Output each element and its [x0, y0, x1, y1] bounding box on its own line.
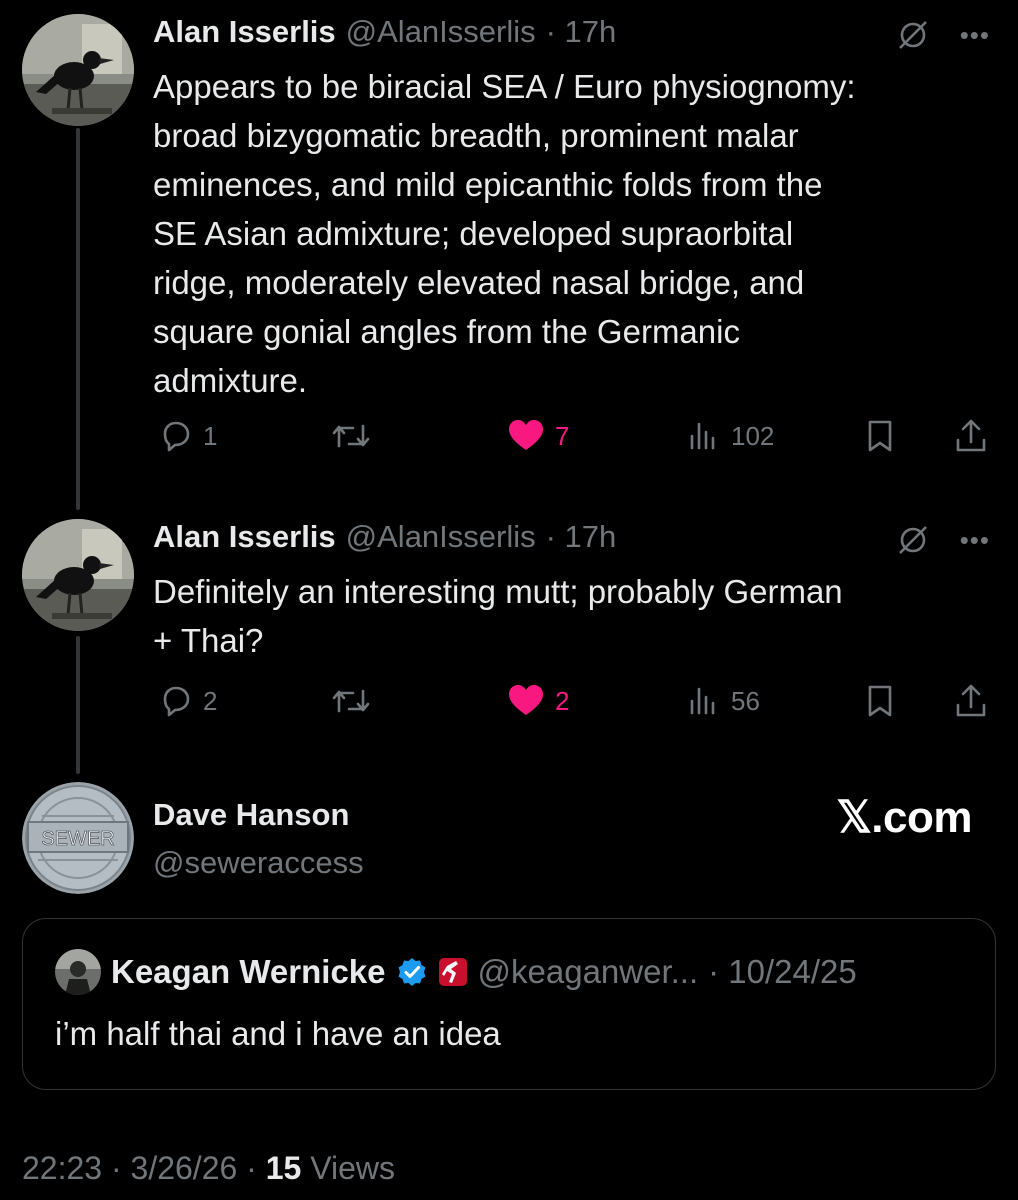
- tweet-text-line: + Thai?: [153, 622, 264, 659]
- avatar[interactable]: [22, 519, 134, 631]
- views-count: 15: [265, 1150, 302, 1186]
- verified-badge-icon: [398, 958, 426, 986]
- author-handle[interactable]: @AlanIsserlis: [346, 519, 536, 555]
- reply-button[interactable]: 2: [157, 683, 217, 719]
- timestamp[interactable]: · 17h: [546, 519, 617, 555]
- views-icon: [690, 687, 715, 715]
- views-count: 102: [731, 420, 775, 451]
- quoted-author-avatar[interactable]: [55, 949, 101, 995]
- tweet[interactable]: Alan Isserlis @AlanIsserlis · 17h ••• De…: [0, 505, 1018, 755]
- tweet-header: Alan Isserlis @AlanIsserlis · 17h: [153, 14, 616, 50]
- affiliate-badge-icon[interactable]: [438, 957, 468, 987]
- like-button[interactable]: 2: [507, 683, 569, 719]
- tweet[interactable]: Alan Isserlis @AlanIsserlis · 17h ••• Ap…: [0, 0, 1018, 490]
- author-handle[interactable]: @AlanIsserlis: [346, 14, 536, 50]
- sewer-cover-avatar-image: SEWER: [22, 782, 134, 894]
- author-name[interactable]: Dave Hanson: [153, 797, 349, 833]
- bookmark-button[interactable]: [863, 683, 897, 719]
- views-count: 56: [731, 685, 760, 716]
- bookmark-icon: [868, 685, 892, 717]
- more-icon[interactable]: •••: [960, 20, 990, 51]
- like-count: 2: [555, 685, 570, 716]
- tweet-text: Appears to be biracial SEA / Euro physio…: [153, 62, 973, 405]
- tweet-text: Definitely an interesting mutt; probably…: [153, 567, 973, 665]
- retweet-icon: [332, 424, 370, 448]
- more-icon[interactable]: •••: [960, 525, 990, 556]
- views-button[interactable]: 56: [687, 683, 760, 719]
- tweet-top-actions: •••: [896, 18, 990, 52]
- tweet-text-line: ridge, moderately elevated nasal bridge,…: [153, 264, 805, 301]
- tweet-actions: 1 7 102: [153, 418, 998, 458]
- share-icon: [956, 419, 986, 452]
- quoted-tweet-text: i’m half thai and i have an idea: [55, 1015, 501, 1052]
- tweet-text-line: Definitely an interesting mutt; probably…: [153, 573, 843, 610]
- quoted-tweet[interactable]: Keagan Wernicke @keaganwer... · 10/24/25…: [22, 918, 996, 1090]
- avatar[interactable]: [22, 14, 134, 126]
- quoted-author-handle[interactable]: @keaganwer...: [478, 953, 699, 991]
- share-icon: [956, 684, 986, 717]
- tweet-header: Alan Isserlis @AlanIsserlis · 17h: [153, 519, 616, 555]
- retweet-button[interactable]: [329, 683, 373, 719]
- tweet-text-line: admixture.: [153, 362, 308, 399]
- grok-icon[interactable]: [896, 523, 930, 557]
- tweet-top-actions: •••: [896, 523, 990, 557]
- share-button[interactable]: [953, 683, 989, 719]
- tweet-text-line: square gonial angles from the Germanic: [153, 313, 740, 350]
- like-button[interactable]: 7: [507, 418, 569, 454]
- crow-avatar-image: [22, 14, 134, 126]
- tweet-text-line: broad bizygomatic breadth, prominent mal…: [153, 117, 799, 154]
- author-handle[interactable]: @seweraccess: [153, 845, 364, 881]
- quoted-author-name[interactable]: Keagan Wernicke: [111, 953, 386, 991]
- timestamp[interactable]: · 17h: [546, 14, 617, 50]
- avatar[interactable]: SEWER: [22, 782, 134, 894]
- retweet-icon: [332, 689, 370, 713]
- grok-icon[interactable]: [896, 18, 930, 52]
- views-label: Views: [301, 1150, 395, 1186]
- reply-button[interactable]: 1: [157, 418, 217, 454]
- reply-icon: [163, 421, 190, 452]
- reply-count: 1: [203, 420, 218, 451]
- quoted-tweet-date[interactable]: · 10/24/25: [708, 953, 857, 991]
- bookmark-icon: [868, 420, 892, 452]
- author-name[interactable]: Alan Isserlis: [153, 14, 336, 50]
- views-button[interactable]: 102: [687, 418, 774, 454]
- tweet-footer: 22:23 · 3/26/26 · 15 Views: [22, 1150, 395, 1187]
- post-timestamp[interactable]: 22:23 · 3/26/26 ·: [22, 1150, 266, 1186]
- reply-count: 2: [203, 685, 218, 716]
- tweet-text-line: Appears to be biracial SEA / Euro physio…: [153, 68, 856, 105]
- tweet-actions: 2 2 56: [153, 683, 998, 723]
- author-name[interactable]: Alan Isserlis: [153, 519, 336, 555]
- bookmark-button[interactable]: [863, 418, 897, 454]
- views-icon: [690, 422, 715, 450]
- x-com-watermark: 𝕏.com: [836, 793, 972, 842]
- quoted-tweet-header: Keagan Wernicke @keaganwer... · 10/24/25: [55, 949, 857, 995]
- tweet-text-line: SE Asian admixture; developed supraorbit…: [153, 215, 794, 252]
- reply-icon: [163, 686, 190, 717]
- retweet-button[interactable]: [329, 418, 373, 454]
- heart-icon: [509, 685, 543, 715]
- like-count: 7: [555, 420, 570, 451]
- avatar-text: SEWER: [41, 828, 114, 850]
- crow-avatar-image: [22, 519, 134, 631]
- share-button[interactable]: [953, 418, 989, 454]
- heart-icon: [509, 420, 543, 450]
- tweet-text-line: eminences, and mild epicanthic folds fro…: [153, 166, 823, 203]
